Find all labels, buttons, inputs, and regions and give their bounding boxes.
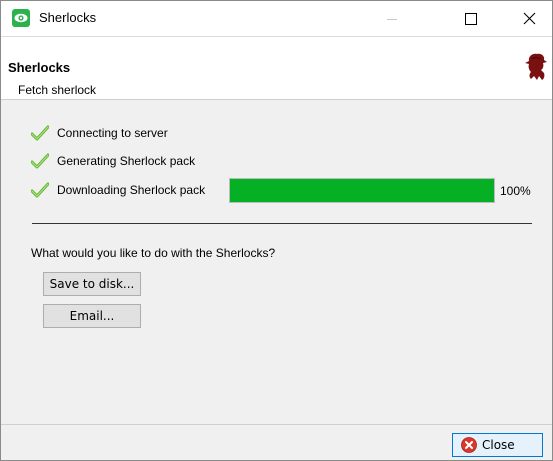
save-to-disk-button[interactable]: Save to disk... — [43, 272, 141, 296]
app-eye-icon — [12, 9, 30, 27]
header-subtitle: Fetch sherlock — [18, 83, 97, 97]
dialog-window: Sherlocks Sherlocks Fetch sherlock Conne… — [0, 0, 553, 461]
section-divider — [32, 223, 532, 224]
close-button-label: Close — [482, 438, 515, 452]
title-bar[interactable]: Sherlocks — [1, 1, 552, 36]
step-generating: Generating Sherlock pack — [31, 152, 195, 170]
step-label: Generating Sherlock pack — [57, 154, 196, 168]
minimize-button[interactable] — [369, 1, 415, 36]
step-connecting: Connecting to server — [31, 124, 168, 142]
step-downloading: Downloading Sherlock pack — [31, 181, 205, 199]
check-icon — [31, 182, 49, 198]
question-label: What would you like to do with the Sherl… — [31, 246, 276, 260]
step-label: Connecting to server — [57, 126, 168, 140]
window-title: Sherlocks — [39, 10, 97, 25]
window-close-button[interactable] — [506, 1, 552, 36]
maximize-button[interactable] — [448, 1, 494, 36]
wizard-header: Sherlocks Fetch sherlock — [1, 36, 552, 100]
progress-fill — [230, 179, 494, 202]
step-label: Downloading Sherlock pack — [57, 183, 206, 197]
footer-separator — [1, 424, 552, 425]
header-title: Sherlocks — [8, 60, 71, 75]
progress-percent: 100% — [500, 184, 531, 198]
check-icon — [31, 153, 49, 169]
check-icon — [31, 125, 49, 141]
close-button[interactable]: Close — [452, 433, 543, 457]
close-icon — [523, 12, 535, 25]
close-circle-icon — [461, 437, 477, 453]
email-button[interactable]: Email... — [43, 304, 141, 328]
sherlock-logo-icon — [525, 53, 547, 80]
download-progress-bar — [229, 178, 495, 203]
maximize-icon — [465, 12, 477, 25]
minimize-icon — [387, 18, 397, 20]
